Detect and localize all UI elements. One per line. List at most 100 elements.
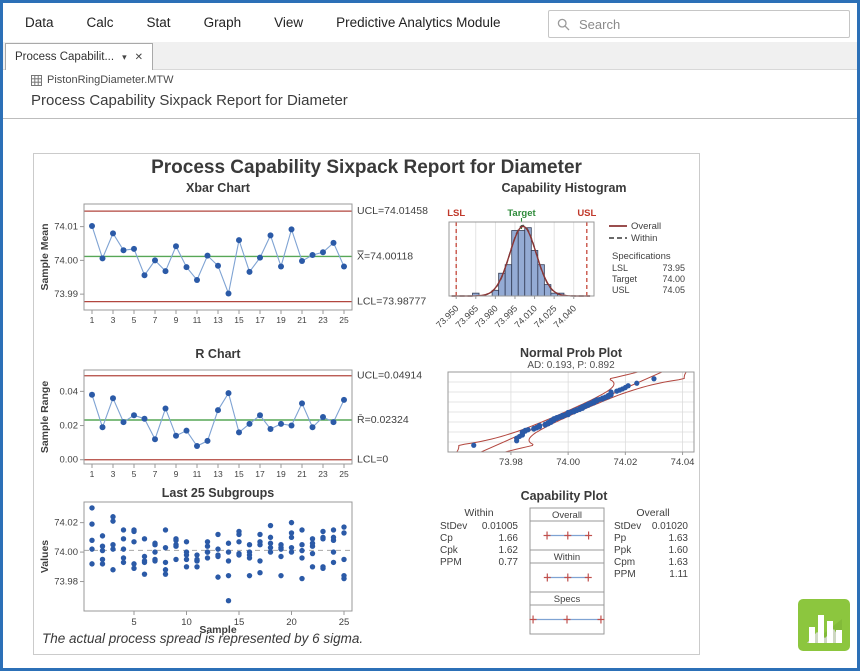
svg-text:LSL: LSL [447, 208, 465, 219]
svg-text:0.00: 0.00 [60, 455, 79, 466]
svg-text:15: 15 [234, 315, 244, 325]
svg-text:5: 5 [132, 315, 137, 325]
svg-text:0.77: 0.77 [499, 557, 519, 568]
svg-text:1.66: 1.66 [499, 533, 519, 544]
svg-text:3: 3 [111, 315, 116, 325]
svg-text:Specifications: Specifications [612, 251, 671, 262]
svg-text:0.01005: 0.01005 [482, 521, 519, 532]
svg-text:11: 11 [193, 469, 202, 479]
svg-text:1.62: 1.62 [499, 545, 519, 556]
svg-text:17: 17 [255, 469, 265, 479]
menu-data[interactable]: Data [25, 15, 54, 30]
svg-text:AD: 0.193, P: 0.892: AD: 0.193, P: 0.892 [527, 360, 615, 371]
svg-text:1.60: 1.60 [669, 545, 689, 556]
svg-text:Target: Target [507, 208, 536, 219]
svg-text:Overall: Overall [552, 510, 582, 521]
svg-text:19: 19 [276, 315, 286, 325]
svg-text:Cp: Cp [440, 533, 453, 544]
svg-text:Capability Histogram: Capability Histogram [501, 181, 626, 195]
svg-text:74.00: 74.00 [54, 547, 78, 558]
capability-plot[interactable]: Capability Plot Within StDev 0.01005 Cp 1.66 C… [434, 488, 697, 646]
svg-text:23: 23 [318, 469, 328, 479]
svg-text:74.05: 74.05 [662, 285, 685, 295]
svg-text:Normal Prob Plot: Normal Prob Plot [520, 346, 623, 360]
svg-text:Cpm: Cpm [614, 557, 635, 568]
svg-text:3: 3 [111, 469, 116, 479]
svg-text:25: 25 [339, 315, 349, 325]
menu-predictive-analytics-module[interactable]: Predictive Analytics Module [336, 15, 500, 30]
tab-close-icon[interactable]: ✕ [135, 52, 143, 63]
svg-text:25: 25 [339, 469, 349, 479]
svg-text:Pp: Pp [614, 533, 627, 544]
svg-text:R Chart: R Chart [195, 347, 241, 361]
divider [3, 118, 857, 119]
search-input[interactable] [577, 16, 821, 33]
svg-text:X̿=74.00118: X̿=74.00118 [356, 249, 413, 262]
tab-label: Process Capabilit... [15, 51, 114, 63]
svg-text:PPM: PPM [440, 557, 462, 568]
svg-text:20: 20 [286, 617, 297, 628]
svg-text:73.98: 73.98 [499, 457, 523, 468]
worksheet-grid-icon [31, 75, 42, 86]
svg-text:USL: USL [612, 285, 630, 295]
svg-text:Xbar Chart: Xbar Chart [186, 181, 251, 195]
xbar-chart[interactable]: Xbar ChartSample Mean73.9974.0074.011357… [36, 180, 468, 332]
svg-text:7: 7 [153, 315, 158, 325]
graph-panel[interactable]: Process Capability Sixpack Report for Di… [33, 153, 700, 655]
menu-calc[interactable]: Calc [87, 15, 114, 30]
search-box[interactable] [548, 10, 850, 38]
svg-text:StDev: StDev [440, 521, 467, 532]
svg-text:74.02: 74.02 [613, 457, 637, 468]
menu-graph[interactable]: Graph [204, 15, 242, 30]
svg-text:Cpk: Cpk [440, 545, 459, 556]
menu-stat[interactable]: Stat [147, 15, 171, 30]
r-chart[interactable]: R ChartSample Range0.000.020.04135791113… [36, 346, 468, 486]
svg-text:1.63: 1.63 [669, 557, 689, 568]
svg-text:73.95: 73.95 [662, 263, 685, 273]
svg-text:74.02: 74.02 [54, 518, 78, 529]
svg-text:Capability Plot: Capability Plot [521, 489, 609, 503]
svg-text:LCL=73.98777: LCL=73.98777 [357, 296, 426, 308]
output-heading: Process Capability Sixpack Report for Di… [31, 92, 348, 109]
svg-text:74.00: 74.00 [556, 457, 580, 468]
svg-text:74.01: 74.01 [54, 222, 78, 233]
menu-view[interactable]: View [274, 15, 303, 30]
svg-text:LSL: LSL [612, 263, 628, 273]
tab-dropdown-icon[interactable]: ▾ [122, 52, 127, 63]
tab-strip: Process Capabilit... ▾ ✕ [3, 42, 857, 70]
svg-text:UCL=0.04914: UCL=0.04914 [357, 370, 422, 382]
report-footnote: The actual process spread is represented… [42, 631, 363, 646]
svg-text:0.01020: 0.01020 [652, 521, 689, 532]
svg-text:74.040: 74.040 [552, 303, 579, 330]
svg-text:Sample Range: Sample Range [39, 381, 51, 454]
normal-prob-plot[interactable]: Normal Prob PlotAD: 0.193, P: 0.892 73.98… [438, 346, 697, 478]
svg-text:Overall: Overall [631, 221, 661, 232]
svg-text:73.99: 73.99 [54, 289, 78, 300]
svg-text:13: 13 [213, 469, 223, 479]
worksheet-row[interactable]: PistonRingDiameter.MTW [31, 74, 174, 86]
minitab-logo[interactable] [798, 599, 850, 651]
svg-text:USL: USL [577, 208, 596, 219]
svg-text:7: 7 [153, 469, 158, 479]
capability-histogram[interactable]: Capability HistogramLSLTargetUSL73.95073… [438, 180, 699, 350]
svg-text:Target: Target [612, 274, 638, 284]
svg-text:Ppk: Ppk [614, 545, 632, 556]
last-25-subgroups-chart[interactable]: Last 25 SubgroupsValues73.9874.0074.0251… [36, 486, 468, 638]
tab-process-capability[interactable]: Process Capabilit... ▾ ✕ [5, 43, 153, 70]
svg-text:19: 19 [276, 469, 286, 479]
graph-main-title: Process Capability Sixpack Report for Di… [34, 157, 699, 179]
svg-text:5: 5 [131, 617, 136, 628]
svg-text:23: 23 [318, 315, 328, 325]
svg-text:Within: Within [464, 507, 493, 519]
svg-text:13: 13 [213, 315, 223, 325]
svg-text:25: 25 [339, 617, 350, 628]
svg-text:5: 5 [132, 469, 137, 479]
svg-text:R̄=0.02324: R̄=0.02324 [357, 413, 409, 426]
minitab-window: Data Calc Stat Graph View Predictive Ana… [0, 0, 860, 671]
svg-text:Last 25 Subgroups: Last 25 Subgroups [162, 486, 275, 500]
svg-text:0.02: 0.02 [60, 421, 79, 432]
svg-text:Values: Values [39, 540, 51, 573]
svg-text:74.04: 74.04 [671, 457, 695, 468]
svg-text:10: 10 [181, 617, 192, 628]
svg-text:Within: Within [631, 233, 657, 244]
